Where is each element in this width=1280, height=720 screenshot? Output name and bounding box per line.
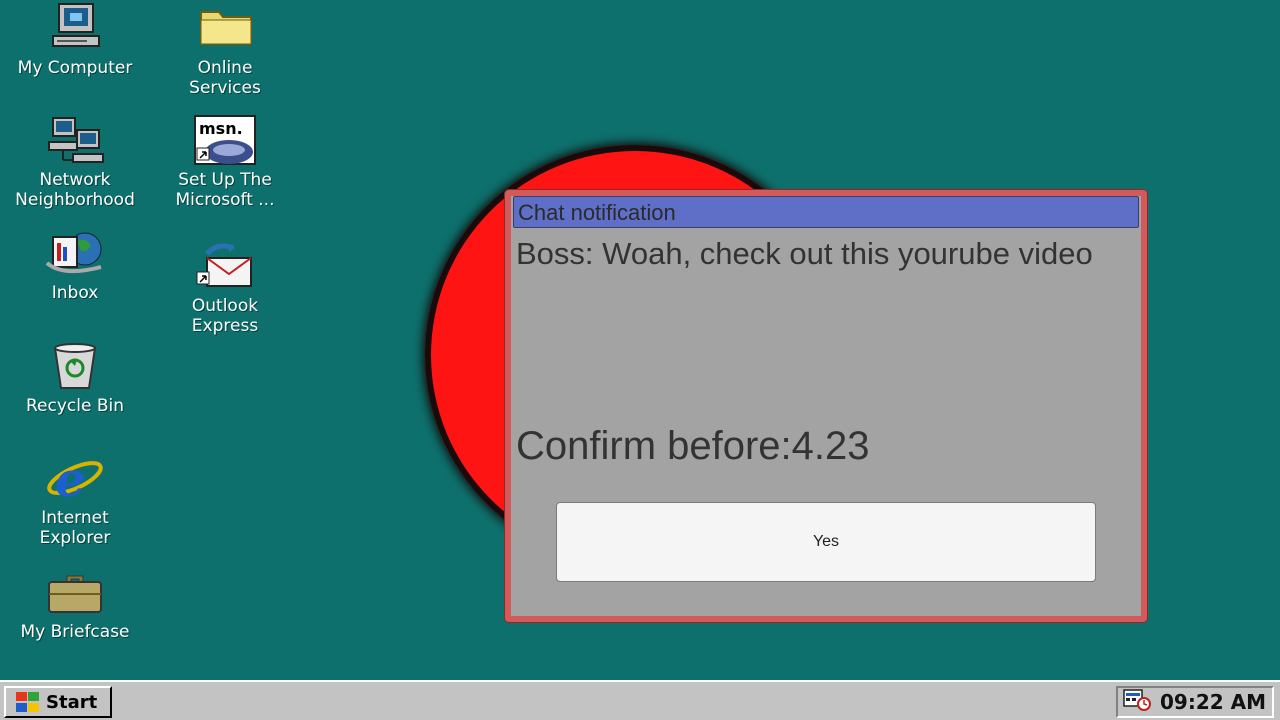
desktop-icon-outlook-express[interactable]: Outlook Express	[150, 240, 300, 336]
desktop-icon-recycle-bin[interactable]: Recycle Bin	[0, 340, 150, 416]
desktop-icon-online-services[interactable]: Online Services	[150, 2, 300, 98]
desktop-icon-label: Set Up The Microsoft ...	[175, 170, 275, 210]
inbox-icon	[43, 227, 107, 279]
outlook-icon	[193, 240, 257, 292]
recycle-bin-icon	[43, 340, 107, 392]
desktop-icon-label: My Briefcase	[20, 622, 130, 642]
dialog-titlebar[interactable]: Chat notification	[513, 196, 1139, 228]
desktop: My Computer Online Services Network Neig…	[0, 0, 1280, 680]
desktop-icon-setup-msn[interactable]: msn. Set Up The Microsoft ...	[150, 114, 300, 210]
windows-logo-icon	[10, 690, 42, 714]
chat-notification-dialog: Chat notification Boss: Woah, check out …	[505, 190, 1147, 622]
desktop-icon-internet-explorer[interactable]: e Internet Explorer	[0, 452, 150, 548]
desktop-icon-inbox[interactable]: Inbox	[0, 227, 150, 303]
internet-explorer-icon: e	[43, 452, 107, 508]
desktop-icon-network-neighborhood[interactable]: Network Neighborhood	[0, 114, 150, 210]
msn-logo-text: msn.	[199, 119, 243, 138]
confirm-countdown: Confirm before:4.23	[516, 424, 870, 468]
system-tray: 09:22 AM	[1116, 686, 1274, 718]
desktop-icon-my-computer[interactable]: My Computer	[0, 2, 150, 78]
desktop-icon-label: Outlook Express	[191, 296, 259, 336]
desktop-icon-label: Online Services	[189, 58, 261, 98]
msn-icon: msn.	[193, 114, 257, 166]
desktop-icon-label: Internet Explorer	[39, 508, 111, 548]
svg-text:e: e	[55, 452, 86, 504]
desktop-icon-label: My Computer	[17, 58, 133, 78]
desktop-icon-label: Recycle Bin	[25, 396, 124, 416]
desktop-icon-label: Inbox	[51, 283, 99, 303]
desktop-icon-label: Network Neighborhood	[15, 170, 135, 210]
start-button[interactable]: Start	[4, 686, 112, 718]
dialog-message: Boss: Woah, check out this yourube video	[516, 236, 1093, 271]
taskbar: Start 09:22 AM	[0, 680, 1280, 720]
yes-button[interactable]: Yes	[556, 502, 1096, 582]
desktop-icon-my-briefcase[interactable]: My Briefcase	[0, 566, 150, 642]
network-icon	[43, 114, 107, 166]
computer-icon	[43, 2, 107, 54]
taskbar-clock[interactable]: 09:22 AM	[1160, 690, 1266, 714]
folder-icon	[193, 2, 257, 54]
briefcase-icon	[43, 566, 107, 618]
tray-scheduler-icon[interactable]	[1122, 688, 1154, 717]
start-label: Start	[46, 691, 98, 713]
